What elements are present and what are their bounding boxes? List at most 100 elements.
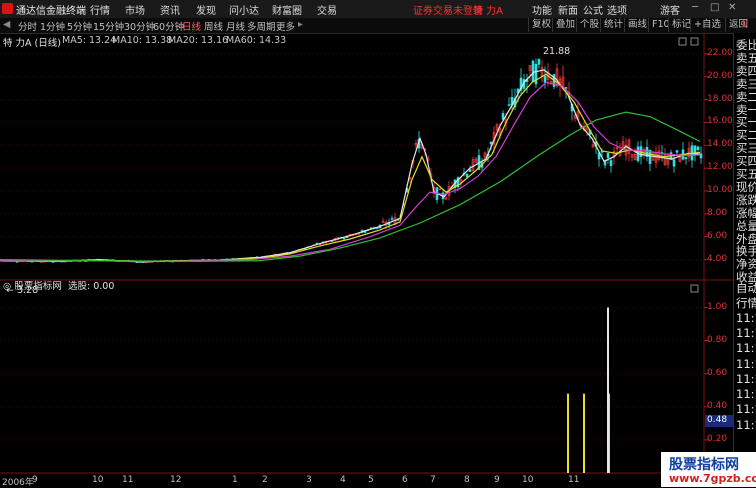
high-price-label: 21.88	[543, 46, 571, 57]
y-tick-label: 6.00	[707, 230, 728, 241]
menu-gongshi[interactable]: 公式	[583, 2, 603, 17]
expand-indicator-icon[interactable]	[690, 284, 699, 293]
tick-item: 自动	[736, 281, 756, 295]
menu-zixun[interactable]: 资讯	[160, 2, 180, 17]
candle-body	[468, 169, 472, 172]
kline-chart[interactable]	[0, 33, 733, 487]
menu-faxian[interactable]: 发现	[196, 2, 216, 17]
menu-wenxiaoda[interactable]: 问小达	[229, 2, 259, 17]
tool-fuquan[interactable]: 复权	[528, 18, 554, 32]
menu-caifuquan[interactable]: 财富圈	[272, 2, 302, 17]
x-tick-label: 7	[430, 475, 436, 485]
tick-item: 11:1	[736, 371, 756, 386]
menu-xinmian[interactable]: 新面	[558, 2, 578, 17]
x-tick-label: 11	[568, 475, 580, 485]
ma10-label: MA10: 13.38	[112, 35, 173, 46]
y-tick-label: 16.00	[707, 116, 733, 127]
period-multi[interactable]: 多周期	[247, 19, 276, 33]
x-tick-label: 3	[306, 475, 312, 485]
minimize-icon[interactable]: ─	[692, 2, 698, 13]
candles	[0, 58, 703, 264]
expand-chart-icon[interactable]	[690, 37, 699, 46]
tick-item: 11:1	[736, 402, 756, 417]
tick-item: 11:1	[736, 387, 756, 402]
menu-hangqing[interactable]: 行情	[90, 2, 110, 17]
menu-xuanxiang[interactable]: 选项	[607, 2, 627, 17]
quote-side-panel: 委比 卖五 卖四 卖三 卖二 卖一 买一 买二 买三 买四 买五 现价 涨跌 涨幅 总量 外盘 换手 净资 收益 自…	[733, 33, 756, 487]
period-more[interactable]: 更多	[276, 19, 295, 33]
candle-body	[15, 261, 19, 263]
x-tick-label: 10	[522, 475, 534, 485]
period-fenshi[interactable]: 分时	[18, 19, 37, 33]
x-tick-label: 9	[32, 475, 38, 485]
candle-body	[609, 160, 613, 167]
ma60-label: MA60: 14.33	[226, 35, 287, 46]
x-tick-label: 1	[232, 475, 238, 485]
y-tick-label: 0.20	[707, 433, 728, 444]
tool-zixuan[interactable]: +自选	[690, 18, 724, 32]
candle-body	[699, 153, 703, 159]
candle-body	[672, 159, 676, 167]
candle-body	[543, 75, 547, 83]
period-daily[interactable]: 日线	[182, 19, 201, 33]
period-toolbar: ◀ 分时 1分钟 5分钟 15分钟 30分钟 60分钟 日线 周线 月线 多周期…	[0, 18, 756, 34]
y-tick-label: 8.00	[707, 207, 728, 218]
tick-item: 11:1	[736, 341, 756, 356]
period-30min[interactable]: 30分钟	[124, 19, 155, 33]
more-arrow-icon[interactable]: ▸	[298, 19, 303, 30]
ma5-label: MA5: 13.24	[62, 35, 117, 46]
period-5min[interactable]: 5分钟	[67, 19, 92, 33]
app-title: 通达信金融终端	[16, 6, 86, 17]
candle-body	[675, 150, 679, 153]
current-value-box: 0.48	[705, 415, 735, 427]
tick-item: 11:1	[736, 310, 756, 325]
tab-left-arrow-icon[interactable]: ◀	[3, 19, 10, 30]
candle-body	[465, 173, 469, 177]
user-guest[interactable]: 游客	[660, 2, 680, 17]
menu-jiaoyi[interactable]: 交易	[317, 2, 337, 17]
x-tick-label: 12	[170, 475, 182, 485]
menu-gongneng[interactable]: 功能	[532, 2, 552, 17]
y-tick-label: 0.40	[707, 400, 728, 411]
y-tick-label: 1.00	[707, 301, 728, 312]
candle-body	[489, 141, 493, 145]
close-icon[interactable]: ✕	[728, 2, 736, 13]
x-tick-label: 4	[340, 475, 346, 485]
y-tick-label: 4.00	[707, 253, 728, 264]
indicator-name: 股票指标网	[14, 281, 62, 292]
x-tick-label: 11	[122, 475, 134, 485]
x-tick-label: 2006年	[2, 478, 34, 488]
candle-body	[39, 261, 43, 263]
candle-body	[606, 153, 610, 159]
period-monthly[interactable]: 月线	[226, 19, 245, 33]
app-logo-icon	[2, 3, 13, 14]
period-1min[interactable]: 1分钟	[40, 19, 65, 33]
maximize-icon[interactable]: □	[710, 2, 719, 13]
tick-item: 11:1	[736, 356, 756, 371]
y-tick-label: 0.80	[707, 334, 728, 345]
period-15min[interactable]: 15分钟	[93, 19, 124, 33]
tool-tongji[interactable]: 统计	[600, 18, 626, 32]
tool-diejia[interactable]: 叠加	[552, 18, 578, 32]
indicator-grid	[0, 307, 708, 441]
candle-body	[564, 87, 568, 89]
period-weekly[interactable]: 周线	[204, 19, 223, 33]
y-tick-label: 10.00	[707, 185, 733, 195]
watermark-url: www.7gpzb.com	[669, 472, 756, 485]
indicator-label: ◎ 股票指标网	[3, 281, 62, 292]
candle-body	[603, 161, 607, 166]
tool-huaxian[interactable]: 画线	[624, 18, 650, 32]
y-tick-label: 12.00	[707, 162, 733, 173]
stock-tag: 特 力A	[473, 6, 504, 17]
x-tick-label: 8	[464, 475, 470, 485]
restore-chart-icon[interactable]	[678, 37, 687, 46]
ma-line-ma5	[0, 69, 701, 263]
menu-shichang[interactable]: 市场	[125, 2, 145, 17]
indicator-bars	[567, 307, 610, 473]
x-tick-label: 5	[368, 475, 374, 485]
tool-gegu[interactable]: 个股	[576, 18, 602, 32]
candle-body	[342, 237, 346, 240]
stock-label: 特 力A (日线)	[3, 38, 61, 49]
period-60min[interactable]: 60分钟	[153, 19, 184, 33]
y-tick-label: 18.00	[707, 93, 733, 104]
